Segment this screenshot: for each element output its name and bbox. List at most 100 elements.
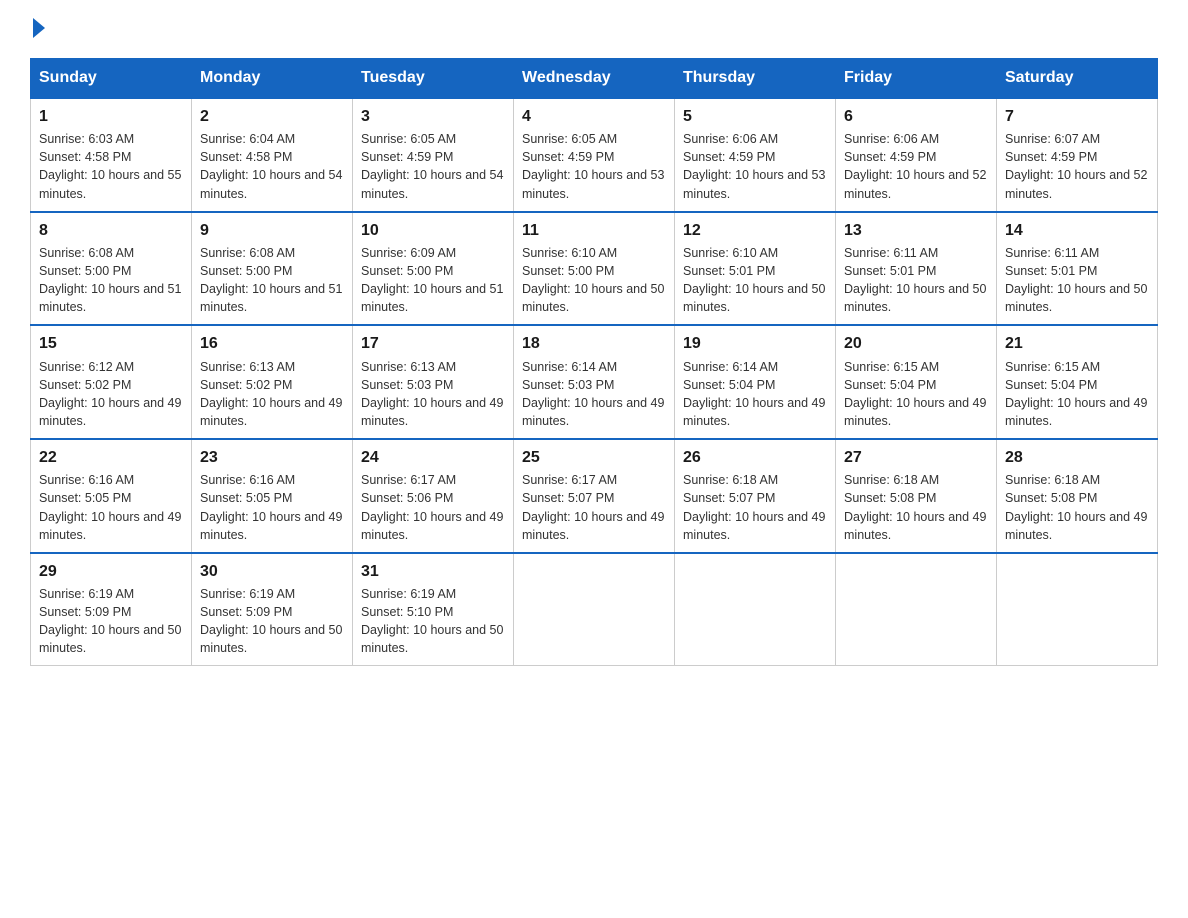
day-sunset: Sunset: 5:10 PM — [361, 605, 453, 619]
day-sunset: Sunset: 5:00 PM — [200, 264, 292, 278]
day-sunrise: Sunrise: 6:07 AM — [1005, 132, 1100, 146]
day-number: 14 — [1005, 219, 1149, 242]
day-sunset: Sunset: 5:04 PM — [1005, 378, 1097, 392]
day-daylight: Daylight: 10 hours and 50 minutes. — [683, 282, 825, 314]
day-daylight: Daylight: 10 hours and 51 minutes. — [39, 282, 181, 314]
calendar-cell: 21 Sunrise: 6:15 AM Sunset: 5:04 PM Dayl… — [997, 325, 1158, 439]
day-sunrise: Sunrise: 6:05 AM — [522, 132, 617, 146]
day-sunrise: Sunrise: 6:18 AM — [683, 473, 778, 487]
day-sunrise: Sunrise: 6:15 AM — [844, 360, 939, 374]
calendar-cell: 3 Sunrise: 6:05 AM Sunset: 4:59 PM Dayli… — [353, 98, 514, 212]
day-sunset: Sunset: 5:00 PM — [39, 264, 131, 278]
day-sunrise: Sunrise: 6:09 AM — [361, 246, 456, 260]
day-sunset: Sunset: 4:58 PM — [200, 150, 292, 164]
day-sunrise: Sunrise: 6:04 AM — [200, 132, 295, 146]
day-sunrise: Sunrise: 6:19 AM — [200, 587, 295, 601]
day-number: 31 — [361, 560, 505, 583]
day-daylight: Daylight: 10 hours and 49 minutes. — [361, 396, 503, 428]
day-daylight: Daylight: 10 hours and 50 minutes. — [1005, 282, 1147, 314]
calendar-cell: 12 Sunrise: 6:10 AM Sunset: 5:01 PM Dayl… — [675, 212, 836, 326]
day-sunset: Sunset: 5:04 PM — [683, 378, 775, 392]
calendar-cell: 27 Sunrise: 6:18 AM Sunset: 5:08 PM Dayl… — [836, 439, 997, 553]
calendar-cell — [514, 553, 675, 666]
calendar-cell: 10 Sunrise: 6:09 AM Sunset: 5:00 PM Dayl… — [353, 212, 514, 326]
day-sunrise: Sunrise: 6:05 AM — [361, 132, 456, 146]
calendar-table: SundayMondayTuesdayWednesdayThursdayFrid… — [30, 58, 1158, 666]
day-sunset: Sunset: 5:08 PM — [1005, 491, 1097, 505]
calendar-cell: 31 Sunrise: 6:19 AM Sunset: 5:10 PM Dayl… — [353, 553, 514, 666]
day-sunset: Sunset: 4:59 PM — [683, 150, 775, 164]
day-daylight: Daylight: 10 hours and 54 minutes. — [200, 168, 342, 200]
calendar-cell: 29 Sunrise: 6:19 AM Sunset: 5:09 PM Dayl… — [31, 553, 192, 666]
day-daylight: Daylight: 10 hours and 54 minutes. — [361, 168, 503, 200]
day-number: 20 — [844, 332, 988, 355]
day-sunset: Sunset: 5:03 PM — [522, 378, 614, 392]
day-daylight: Daylight: 10 hours and 49 minutes. — [844, 396, 986, 428]
calendar-cell: 14 Sunrise: 6:11 AM Sunset: 5:01 PM Dayl… — [997, 212, 1158, 326]
day-number: 10 — [361, 219, 505, 242]
day-sunset: Sunset: 5:05 PM — [39, 491, 131, 505]
day-sunrise: Sunrise: 6:08 AM — [200, 246, 295, 260]
calendar-cell: 11 Sunrise: 6:10 AM Sunset: 5:00 PM Dayl… — [514, 212, 675, 326]
calendar-cell: 24 Sunrise: 6:17 AM Sunset: 5:06 PM Dayl… — [353, 439, 514, 553]
day-number: 28 — [1005, 446, 1149, 469]
calendar-cell: 8 Sunrise: 6:08 AM Sunset: 5:00 PM Dayli… — [31, 212, 192, 326]
calendar-cell: 1 Sunrise: 6:03 AM Sunset: 4:58 PM Dayli… — [31, 98, 192, 212]
calendar-cell: 7 Sunrise: 6:07 AM Sunset: 4:59 PM Dayli… — [997, 98, 1158, 212]
day-sunset: Sunset: 4:59 PM — [522, 150, 614, 164]
day-daylight: Daylight: 10 hours and 55 minutes. — [39, 168, 181, 200]
calendar-week-row: 1 Sunrise: 6:03 AM Sunset: 4:58 PM Dayli… — [31, 98, 1158, 212]
day-daylight: Daylight: 10 hours and 49 minutes. — [39, 396, 181, 428]
day-sunset: Sunset: 5:09 PM — [39, 605, 131, 619]
day-sunset: Sunset: 5:03 PM — [361, 378, 453, 392]
day-sunrise: Sunrise: 6:16 AM — [200, 473, 295, 487]
day-daylight: Daylight: 10 hours and 50 minutes. — [39, 623, 181, 655]
day-daylight: Daylight: 10 hours and 51 minutes. — [200, 282, 342, 314]
calendar-header-wednesday: Wednesday — [514, 59, 675, 99]
calendar-header-monday: Monday — [192, 59, 353, 99]
day-number: 22 — [39, 446, 183, 469]
day-daylight: Daylight: 10 hours and 53 minutes. — [683, 168, 825, 200]
logo — [30, 20, 47, 38]
calendar-header-thursday: Thursday — [675, 59, 836, 99]
page-header — [30, 20, 1158, 38]
day-number: 4 — [522, 105, 666, 128]
day-sunrise: Sunrise: 6:19 AM — [39, 587, 134, 601]
day-sunset: Sunset: 5:05 PM — [200, 491, 292, 505]
day-sunrise: Sunrise: 6:14 AM — [683, 360, 778, 374]
day-sunset: Sunset: 5:07 PM — [683, 491, 775, 505]
day-number: 15 — [39, 332, 183, 355]
day-daylight: Daylight: 10 hours and 49 minutes. — [200, 396, 342, 428]
day-daylight: Daylight: 10 hours and 49 minutes. — [522, 510, 664, 542]
day-number: 18 — [522, 332, 666, 355]
calendar-cell: 4 Sunrise: 6:05 AM Sunset: 4:59 PM Dayli… — [514, 98, 675, 212]
day-sunrise: Sunrise: 6:13 AM — [200, 360, 295, 374]
day-number: 16 — [200, 332, 344, 355]
day-sunrise: Sunrise: 6:18 AM — [1005, 473, 1100, 487]
day-sunrise: Sunrise: 6:14 AM — [522, 360, 617, 374]
day-sunset: Sunset: 5:08 PM — [844, 491, 936, 505]
day-number: 19 — [683, 332, 827, 355]
day-sunset: Sunset: 4:59 PM — [1005, 150, 1097, 164]
calendar-week-row: 8 Sunrise: 6:08 AM Sunset: 5:00 PM Dayli… — [31, 212, 1158, 326]
day-sunrise: Sunrise: 6:13 AM — [361, 360, 456, 374]
day-sunrise: Sunrise: 6:06 AM — [683, 132, 778, 146]
day-number: 25 — [522, 446, 666, 469]
day-number: 1 — [39, 105, 183, 128]
day-sunset: Sunset: 4:58 PM — [39, 150, 131, 164]
calendar-cell: 19 Sunrise: 6:14 AM Sunset: 5:04 PM Dayl… — [675, 325, 836, 439]
day-daylight: Daylight: 10 hours and 49 minutes. — [39, 510, 181, 542]
calendar-cell: 6 Sunrise: 6:06 AM Sunset: 4:59 PM Dayli… — [836, 98, 997, 212]
day-number: 27 — [844, 446, 988, 469]
day-number: 7 — [1005, 105, 1149, 128]
day-number: 3 — [361, 105, 505, 128]
day-daylight: Daylight: 10 hours and 49 minutes. — [1005, 510, 1147, 542]
day-sunrise: Sunrise: 6:19 AM — [361, 587, 456, 601]
day-daylight: Daylight: 10 hours and 49 minutes. — [522, 396, 664, 428]
day-sunrise: Sunrise: 6:06 AM — [844, 132, 939, 146]
day-daylight: Daylight: 10 hours and 52 minutes. — [1005, 168, 1147, 200]
calendar-cell: 30 Sunrise: 6:19 AM Sunset: 5:09 PM Dayl… — [192, 553, 353, 666]
day-number: 30 — [200, 560, 344, 583]
day-sunrise: Sunrise: 6:16 AM — [39, 473, 134, 487]
day-daylight: Daylight: 10 hours and 50 minutes. — [361, 623, 503, 655]
